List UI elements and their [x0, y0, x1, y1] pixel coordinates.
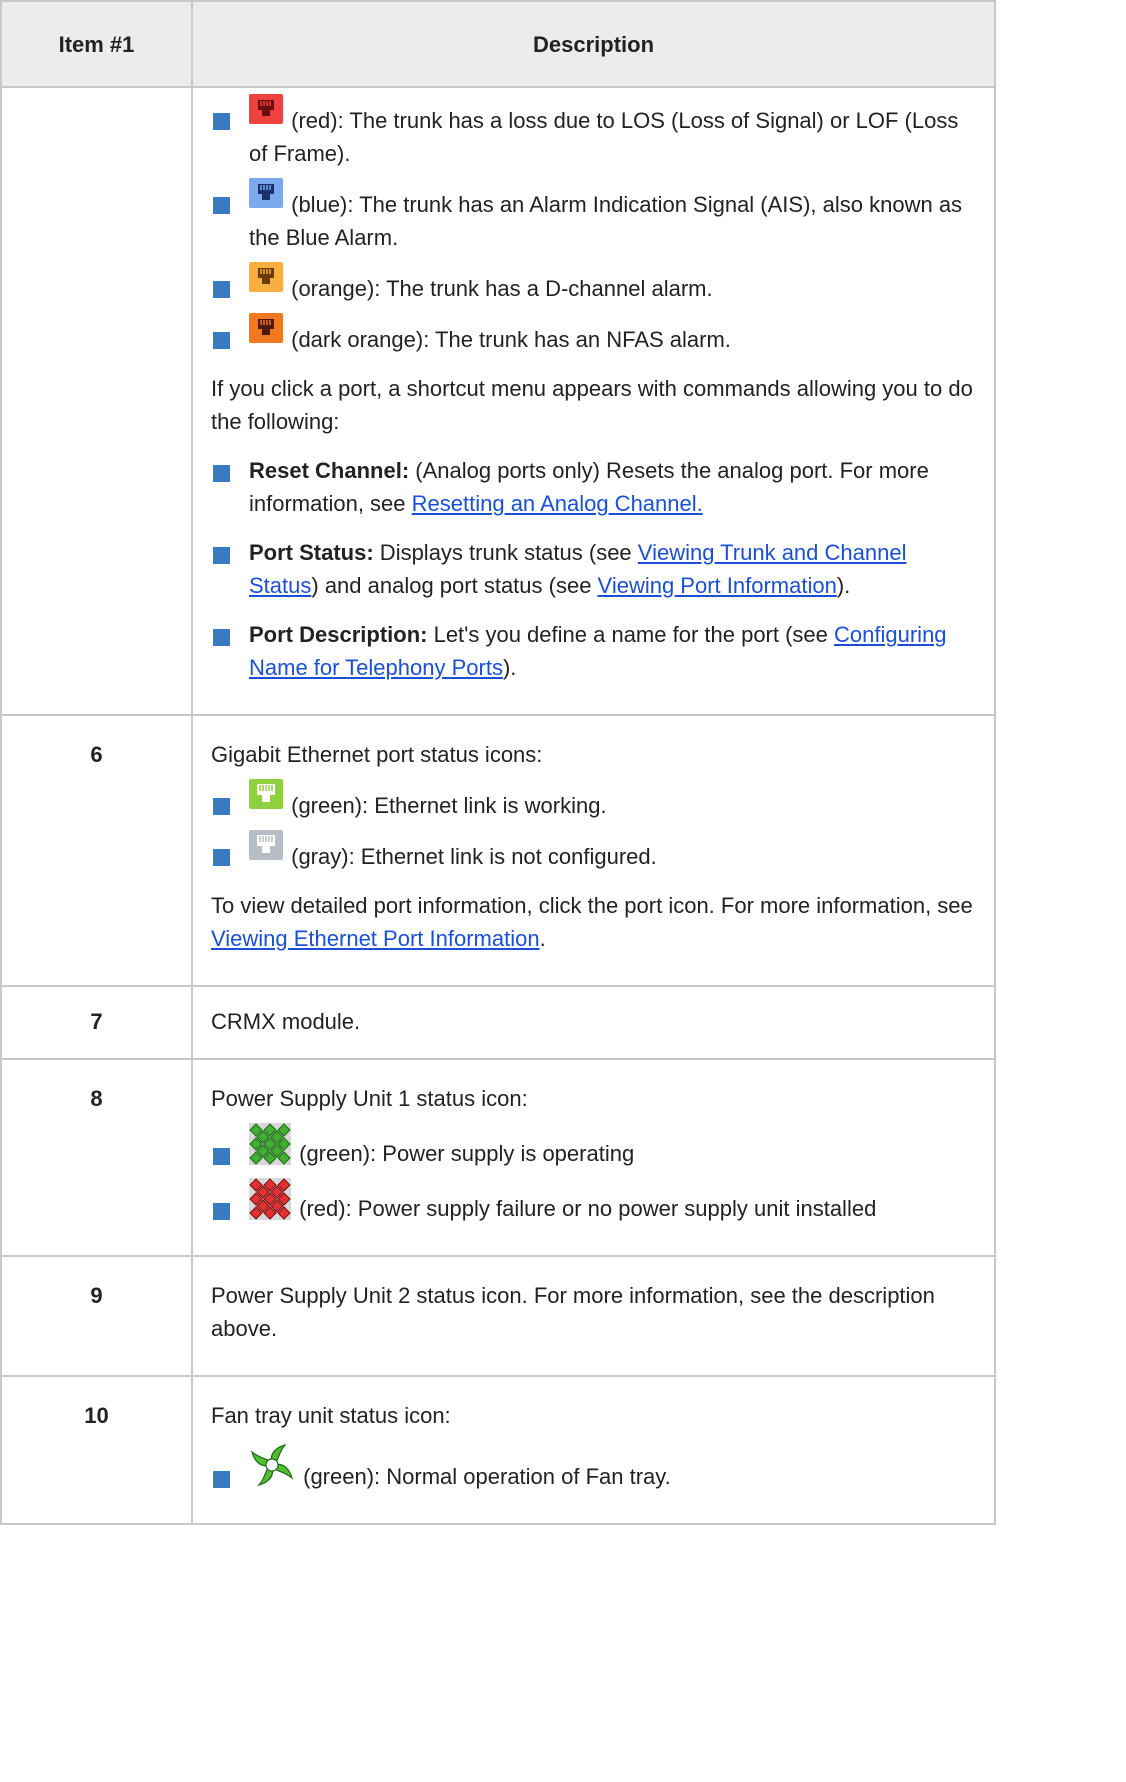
list-item: (dark orange): The trunk has an NFAS ala…	[211, 313, 976, 364]
bullet-icon	[213, 465, 230, 482]
power-supply-red-icon	[249, 1178, 291, 1220]
outro-text-1: To view detailed port information, click…	[211, 893, 973, 918]
bullet-icon	[213, 629, 230, 646]
trunk-port-red-icon	[249, 94, 283, 124]
fan-tray-green-icon	[249, 1443, 295, 1488]
fan-tray-status-list: (green): Normal operation of Fan tray.	[211, 1440, 976, 1501]
port-status-text-1: Displays trunk status (see	[373, 540, 638, 565]
list-item: Reset Channel: (Analog ports only) Reset…	[211, 446, 976, 528]
port-description-label: Port Description:	[249, 622, 428, 647]
list-item: (red): Power supply failure or no power …	[211, 1178, 976, 1233]
description-cell: CRMX module.	[191, 985, 996, 1060]
item-number: 6	[0, 714, 193, 987]
row-intro: Gigabit Ethernet port status icons:	[211, 742, 543, 767]
table-row: 6 Gigabit Ethernet port status icons: (g…	[0, 714, 996, 987]
bullet-icon	[213, 1471, 230, 1488]
list-item: (green): Ethernet link is working.	[211, 779, 976, 830]
item-number: 10	[0, 1375, 193, 1525]
list-item: (orange): The trunk has a D-channel alar…	[211, 262, 976, 313]
list-item: (green): Power supply is operating	[211, 1123, 976, 1178]
shortcut-commands-list: Reset Channel: (Analog ports only) Reset…	[211, 446, 976, 692]
bullet-icon	[213, 281, 230, 298]
trunk-port-dark-orange-icon	[249, 313, 283, 343]
table-row: 9 Power Supply Unit 2 status icon. For m…	[0, 1255, 996, 1377]
bullet-icon	[213, 1148, 230, 1165]
outro-text-2: .	[539, 926, 546, 951]
list-item: (blue): The trunk has an Alarm Indicatio…	[211, 178, 976, 262]
bullet-icon	[213, 547, 230, 564]
description-cell: Power Supply Unit 1 status icon: (green)…	[191, 1058, 996, 1257]
item-number: 9	[0, 1255, 193, 1377]
port-status-text-3: ).	[836, 573, 851, 598]
description-cell: Gigabit Ethernet port status icons: (gre…	[191, 714, 996, 987]
item-number: 7	[0, 985, 193, 1060]
list-item: Port Status: Displays trunk status (see …	[211, 528, 976, 610]
port-description-text-1: Let's you define a name for the port (se…	[427, 622, 835, 647]
ethernet-port-green-icon	[249, 779, 283, 809]
trunk-port-blue-icon	[249, 178, 283, 208]
table-header-row: Item #1 Description	[0, 0, 996, 88]
viewing-port-information-link[interactable]: Viewing Port Information	[598, 573, 837, 598]
trunk-status-list: (red): The trunk has a loss due to LOS (…	[211, 94, 976, 364]
bullet-icon	[213, 1203, 230, 1220]
row-text: CRMX module.	[211, 1009, 361, 1034]
row-intro: Fan tray unit status icon:	[211, 1403, 451, 1428]
port-status-label: Port Status:	[249, 540, 374, 565]
description-cell: Power Supply Unit 2 status icon. For mor…	[191, 1255, 996, 1377]
power-supply-green-icon	[249, 1123, 291, 1165]
bullet-icon	[213, 113, 230, 130]
list-item-text: (red): Power supply failure or no power …	[299, 1196, 877, 1221]
list-item-text: (orange): The trunk has a D-channel alar…	[291, 276, 713, 301]
row-intro: Power Supply Unit 1 status icon:	[211, 1086, 528, 1111]
list-item-text: (green): Normal operation of Fan tray.	[303, 1464, 671, 1489]
table-row: (red): The trunk has a loss due to LOS (…	[0, 86, 996, 716]
row-text: Power Supply Unit 2 status icon. For mor…	[211, 1283, 935, 1341]
table-row: 7 CRMX module.	[0, 985, 996, 1060]
port-description-text-2: ).	[502, 655, 517, 680]
table-row: 10 Fan tray unit status icon: (green): N…	[0, 1375, 996, 1525]
list-item-text: (blue): The trunk has an Alarm Indicatio…	[249, 192, 963, 250]
table-row: 8 Power Supply Unit 1 status icon: (gree…	[0, 1058, 996, 1257]
description-cell: (red): The trunk has a loss due to LOS (…	[191, 86, 996, 716]
list-item: (gray): Ethernet link is not configured.	[211, 830, 976, 881]
shortcut-intro: If you click a port, a shortcut menu app…	[211, 376, 973, 434]
power-supply-status-list: (green): Power supply is operating (red)…	[211, 1123, 976, 1233]
bullet-icon	[213, 798, 230, 815]
list-item: Port Description: Let's you define a nam…	[211, 610, 976, 692]
item-number: 8	[0, 1058, 193, 1257]
description-cell: Fan tray unit status icon: (green): Norm…	[191, 1375, 996, 1525]
bullet-icon	[213, 197, 230, 214]
list-item-text: (red): The trunk has a loss due to LOS (…	[249, 108, 959, 166]
ethernet-status-list: (green): Ethernet link is working. (gray…	[211, 779, 976, 881]
port-status-text-2: ) and analog port status (see	[311, 573, 598, 598]
list-item-text: (green): Ethernet link is working.	[291, 793, 607, 818]
item-cell-empty	[0, 86, 193, 716]
bullet-icon	[213, 849, 230, 866]
row-outro: To view detailed port information, click…	[211, 881, 976, 963]
viewing-ethernet-port-information-link[interactable]: Viewing Ethernet Port Information	[211, 926, 540, 951]
list-item: (green): Normal operation of Fan tray.	[211, 1440, 976, 1501]
list-item-text: (dark orange): The trunk has an NFAS ala…	[291, 327, 731, 352]
trunk-port-orange-icon	[249, 262, 283, 292]
list-item: (red): The trunk has a loss due to LOS (…	[211, 94, 976, 178]
header-item: Item #1	[0, 0, 193, 88]
reset-channel-label: Reset Channel:	[249, 458, 410, 483]
bullet-icon	[213, 332, 230, 349]
header-description: Description	[191, 0, 996, 88]
list-item-text: (green): Power supply is operating	[299, 1141, 635, 1166]
description-table: Item #1 Description (red): The trunk has…	[0, 0, 996, 1525]
ethernet-port-gray-icon	[249, 830, 283, 860]
list-item-text: (gray): Ethernet link is not configured.	[291, 844, 657, 869]
resetting-analog-channel-link[interactable]: Resetting an Analog Channel.	[412, 491, 703, 516]
